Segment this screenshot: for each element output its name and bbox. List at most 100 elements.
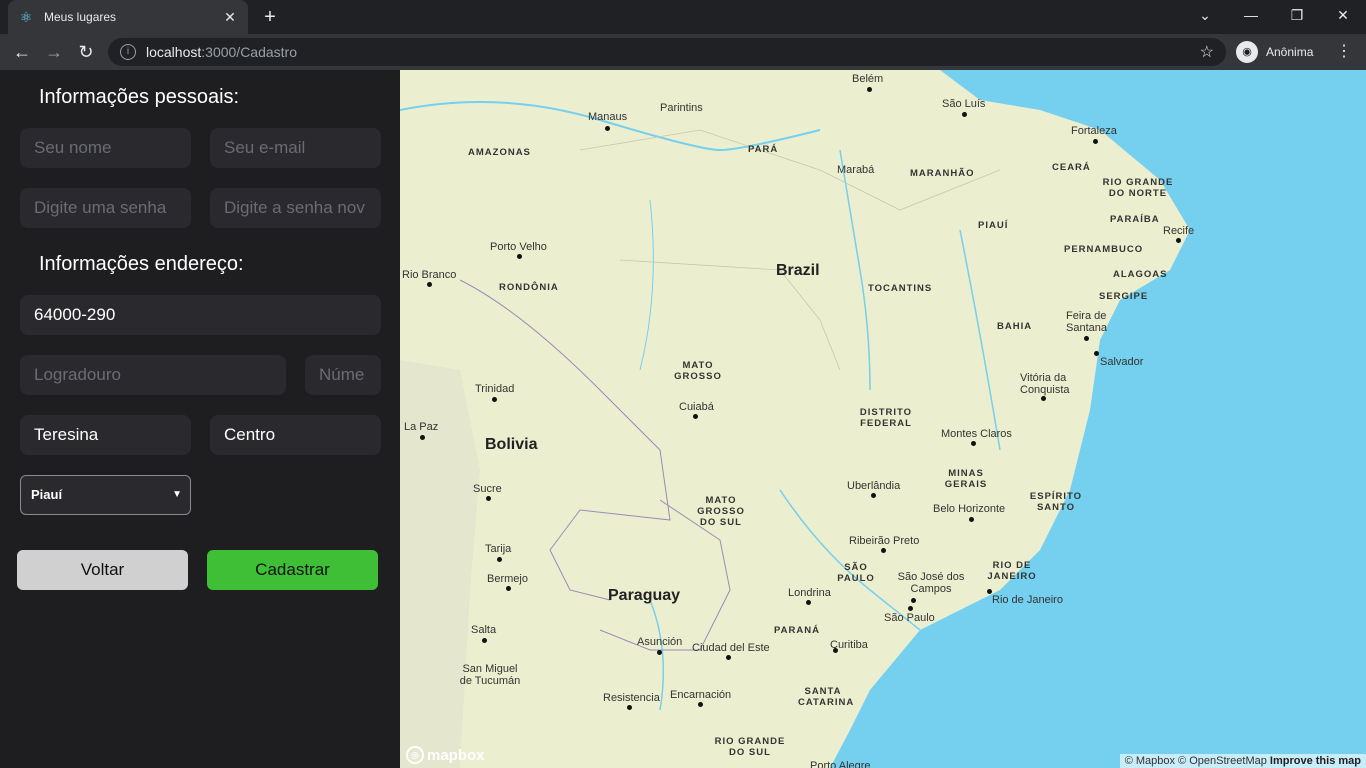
close-tab-icon[interactable]: ✕ [222,9,238,26]
map-state-label: PARAÍBA [1110,214,1160,225]
map-state-label: PARÁ [748,144,779,155]
city-dot [1041,396,1046,401]
city-dot [627,705,632,710]
menu-kebab-icon[interactable]: ⋮ [1336,40,1352,64]
map-city-label: São José dos Campos [897,571,965,595]
number-input[interactable]: Núme [305,355,381,395]
city-dot [486,496,491,501]
registration-panel: Informações pessoais: Seu nome Seu e-mai… [0,70,400,768]
district-input[interactable]: Centro [210,415,381,455]
city-dot [871,493,876,498]
map-city-label: La Paz [404,421,439,433]
back-arrow-icon[interactable]: ← [10,40,34,64]
mapbox-logo-text: mapbox [427,746,485,764]
map-state-label: MARANHÃO [910,168,975,179]
city-dot [605,126,610,131]
close-window-button[interactable]: ✕ [1320,0,1366,30]
profile-label: Anônima [1266,45,1314,59]
city-dot [420,435,425,440]
map-city-label: São Paulo [884,612,935,624]
city-dot [908,606,913,611]
city-dot [492,397,497,402]
map-state-label: RIO GRANDE DO SUL [714,736,786,758]
new-tab-button[interactable]: + [258,6,282,28]
map-state-label: SERGIPE [1099,291,1149,302]
bookmark-star-icon[interactable]: ☆ [1200,42,1214,62]
map-city-label: Porto Velho [490,241,547,253]
city-dot [1084,336,1089,341]
map-attribution: © Mapbox © OpenStreetMap Improve this ma… [1119,754,1366,768]
map-state-label: RONDÔNIA [499,282,559,293]
map-state-label: PARANÁ [774,625,820,636]
city-dot [971,441,976,446]
map-city-label: Londrina [788,587,831,599]
city-dot [427,282,432,287]
map-state-label: PIAUÍ [978,220,1009,231]
map-city-label: Asunción [637,636,683,648]
city-input[interactable]: Teresina [20,415,191,455]
map-country-label: Bolivia [485,436,538,453]
city-dot [693,414,698,419]
improve-map-link[interactable]: Improve this map [1270,755,1361,767]
map-city-label: Bermejo [487,573,528,585]
url-host: localhost [146,44,202,60]
map-city-label: Porto Alegre [810,760,871,768]
map-city-label: Ribeirão Preto [849,535,920,547]
browser-tab[interactable]: ⚛ Meus lugares ✕ [8,0,248,34]
password-input[interactable]: Digite uma senha [20,188,191,228]
map-city-label: Uberlândia [847,480,901,492]
map-state-label: SANTA CATARINA [798,686,855,708]
city-dot [962,112,967,117]
back-button[interactable]: Voltar [17,550,188,590]
tab-title: Meus lugares [44,10,117,24]
map-state-label: PERNAMBUCO [1064,244,1144,255]
map-state-label: RIO GRANDE DO NORTE [1102,177,1174,199]
map-city-label: Rio de Janeiro [992,594,1063,606]
city-dot [806,600,811,605]
map-state-label: ESPÍRITO SANTO [1029,491,1083,513]
map-country-label: Brazil [776,262,820,279]
state-select-value: Piauí [31,487,63,502]
chevron-down-icon: ▼ [172,489,182,500]
map-city-label: Cuiabá [679,401,714,413]
street-input[interactable]: Logradouro [20,355,286,395]
email-input[interactable]: Seu e-mail [210,128,381,168]
address-bar[interactable]: i localhost :3000/Cadastro ☆ [108,38,1226,66]
site-info-icon[interactable]: i [120,44,136,60]
name-input[interactable]: Seu nome [20,128,191,168]
url-path: :3000/Cadastro [201,44,297,60]
map-city-label: Feira de Santana [1066,310,1107,334]
map-city-label: Trinidad [475,383,515,395]
submit-button[interactable]: Cadastrar [207,550,378,590]
city-dot [506,586,511,591]
incognito-profile-button[interactable]: ◉ Anônima [1236,39,1313,65]
city-dot [881,548,886,553]
react-icon: ⚛ [19,9,33,25]
city-dot [911,598,916,603]
map-view[interactable]: Brazil Bolivia Paraguay AMAZONAS PARÁ MA… [400,70,1366,768]
tab-search-icon[interactable]: ⌄ [1182,0,1228,30]
map-city-label: Ciudad del Este [692,642,770,654]
city-dot [833,648,838,653]
map-state-label: MATO GROSSO [674,360,722,382]
cep-input[interactable]: 64000-290 [20,295,381,335]
map-state-label: AMAZONAS [468,147,531,158]
map-country-label: Paraguay [608,587,681,604]
city-dot [726,655,731,660]
map-city-label: Manaus [588,111,628,123]
password-confirm-input[interactable]: Digite a senha nov [210,188,381,228]
personal-info-heading: Informações pessoais: [39,86,240,108]
mapbox-logo[interactable]: ◎ mapbox [406,746,485,764]
minimize-button[interactable]: — [1228,0,1274,30]
forward-arrow-icon[interactable]: → [42,40,66,64]
map-city-label: Belo Horizonte [933,503,1006,515]
map-state-label: TOCANTINS [868,283,933,294]
reload-icon[interactable]: ↻ [74,40,98,64]
map-state-label: MATO GROSSO DO SUL [697,495,745,528]
city-dot [969,517,974,522]
mapbox-icon: ◎ [406,746,424,764]
state-select[interactable]: Piauí ▼ [20,475,191,515]
restore-button[interactable]: ❐ [1274,0,1320,30]
attribution-text[interactable]: © Mapbox © OpenStreetMap [1125,755,1267,767]
map-state-label: RIO DE JANEIRO [987,560,1037,582]
